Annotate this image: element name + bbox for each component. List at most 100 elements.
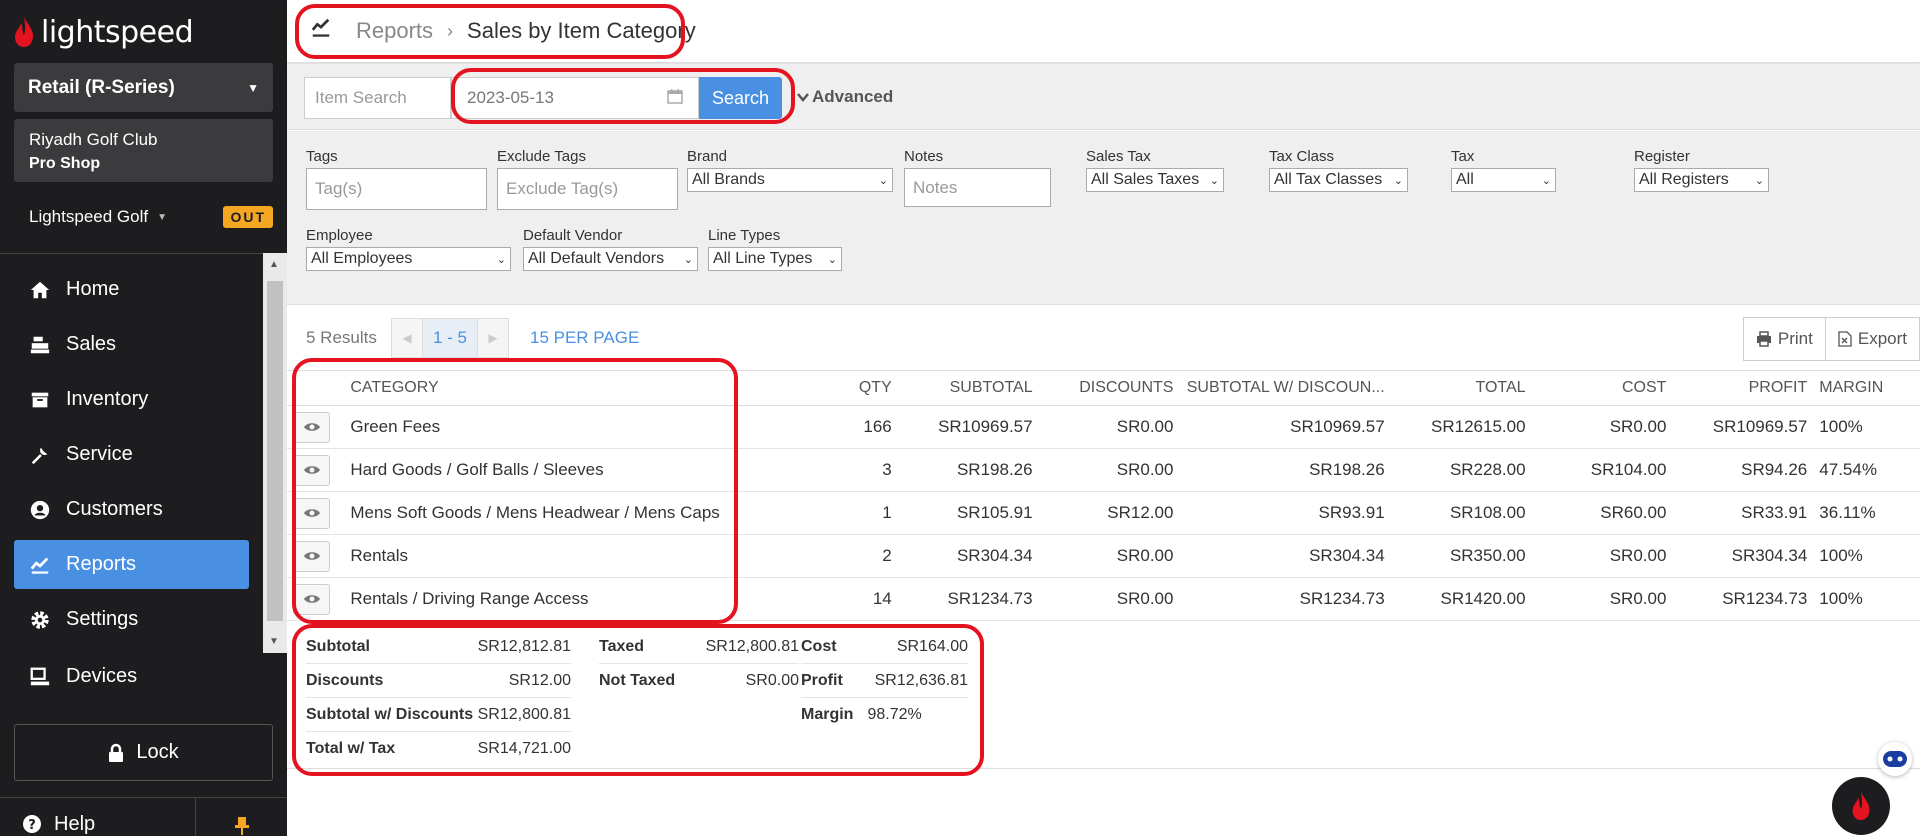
filter-label: Notes	[904, 148, 944, 165]
tax-select[interactable]: All ⌄	[1451, 168, 1556, 192]
per-page-select[interactable]: 15 PER PAGE	[530, 328, 639, 348]
default-vendor-select[interactable]: All Default Vendors ⌄	[523, 247, 698, 271]
lock-button[interactable]: Lock	[14, 724, 273, 781]
scroll-down-arrow-icon[interactable]: ▼	[269, 636, 279, 647]
view-details-button[interactable]	[293, 454, 330, 486]
summary-value: SR0.00	[745, 672, 799, 689]
cell-cost: SR0.00	[1531, 577, 1673, 621]
wrench-icon	[28, 443, 52, 467]
sidebar-item-devices[interactable]: Devices	[14, 652, 249, 701]
view-details-button[interactable]	[293, 497, 330, 529]
cell-subtotal: SR10969.57	[897, 405, 1039, 449]
search-button[interactable]: Search	[699, 77, 782, 119]
lightspeed-logo[interactable]: lightspeed	[13, 14, 194, 50]
chevron-down-icon: ⌄	[496, 253, 506, 266]
filter-label: Line Types	[708, 227, 781, 244]
page-range[interactable]: 1 - 5	[422, 319, 478, 357]
column-header-category[interactable]: CATEGORY	[344, 370, 767, 406]
eye-icon	[303, 466, 320, 474]
brand-name: lightspeed	[41, 14, 194, 50]
next-page-icon[interactable]: ▶	[478, 319, 508, 357]
column-header-cost[interactable]: COST	[1531, 370, 1673, 406]
brand-select-value: All Brands	[692, 171, 765, 188]
caret-down-icon: ▼	[247, 80, 259, 95]
column-header-profit[interactable]: PROFIT	[1672, 370, 1814, 406]
pin-button[interactable]	[196, 798, 287, 836]
sidebar-item-settings[interactable]: Settings	[14, 595, 249, 644]
tags-input[interactable]: Tag(s)	[306, 168, 487, 210]
summary-value: SR12.00	[508, 671, 571, 689]
sidebar-item-service[interactable]: Service	[14, 430, 249, 479]
results-toolbar: 5 Results ◀ 1 - 5 ▶ 15 PER PAGE Print Ex…	[287, 314, 1920, 362]
table-row[interactable]: Mens Soft Goods / Mens Headwear / Mens C…	[287, 491, 1920, 535]
chevron-down-icon: ⌄	[1754, 174, 1764, 187]
export-button[interactable]: Export	[1825, 317, 1920, 361]
shop-selector[interactable]: Riyadh Golf Club Pro Shop	[14, 119, 273, 182]
view-details-button[interactable]	[293, 583, 330, 615]
table-row[interactable]: Hard Goods / Golf Balls / Sleeves 3 SR198.…	[287, 448, 1920, 492]
table-row[interactable]: Rentals 2 SR304.34 SR0.00 SR304.34 SR350.00 SR…	[287, 534, 1920, 578]
notes-input[interactable]: Notes	[904, 168, 1051, 207]
tax-class-select[interactable]: All Tax Classes ⌄	[1269, 168, 1408, 192]
out-badge[interactable]: OUT	[223, 206, 273, 228]
chevron-down-icon: ⌄	[1209, 174, 1219, 187]
column-header-discounts[interactable]: DISCOUNTS	[1038, 370, 1180, 406]
line-types-select[interactable]: All Line Types ⌄	[708, 247, 842, 271]
sidebar-scrollbar[interactable]: ▲ ▼	[263, 253, 287, 653]
cell-discounts: SR12.00	[1038, 491, 1180, 535]
line-types-select-value: All Line Types	[713, 250, 813, 267]
cell-cost: SR104.00	[1531, 448, 1673, 492]
breadcrumb-reports-link[interactable]: Reports	[356, 18, 433, 44]
exclude-tags-input[interactable]: Exclude Tag(s)	[497, 168, 678, 210]
scrollbar-thumb[interactable]	[267, 281, 283, 621]
cell-subtotal: SR198.26	[897, 448, 1039, 492]
table-row[interactable]: Green Fees 166 SR10969.57 SR0.00 SR10969.57 S…	[287, 405, 1920, 449]
summary-row: Discounts SR12.00	[306, 664, 571, 698]
account-row[interactable]: Lightspeed Golf ▼ OUT	[29, 206, 273, 228]
column-header-subtotal-w-discounts[interactable]: SUBTOTAL W/ DISCOUN...	[1179, 370, 1391, 406]
sidebar-item-customers[interactable]: Customers	[14, 485, 249, 534]
sidebar-item-home[interactable]: Home	[14, 265, 249, 314]
view-details-button[interactable]	[293, 540, 330, 572]
register-select[interactable]: All Registers ⌄	[1634, 168, 1769, 192]
chat-launcher-button[interactable]	[1832, 777, 1890, 835]
sidebar-item-label: Home	[66, 278, 120, 300]
column-header-total[interactable]: TOTAL	[1390, 370, 1532, 406]
register-icon	[28, 333, 52, 357]
help-button[interactable]: ? Help	[0, 798, 196, 836]
column-header-subtotal[interactable]: SUBTOTAL	[897, 370, 1039, 406]
eye-icon	[303, 509, 320, 517]
cell-profit: SR304.34	[1672, 534, 1814, 578]
print-button[interactable]: Print	[1742, 317, 1826, 361]
employee-select[interactable]: All Employees ⌄	[306, 247, 511, 271]
cell-cost: SR0.00	[1531, 534, 1673, 578]
summary-label: Discounts	[306, 671, 384, 689]
filter-label: Employee	[306, 227, 373, 244]
advanced-toggle[interactable]: Advanced	[797, 87, 893, 107]
filter-label: Tax Class	[1269, 148, 1335, 165]
cell-category: Rentals	[344, 534, 767, 578]
scroll-up-arrow-icon[interactable]: ▲	[269, 259, 279, 270]
main-content: Reports › Sales by Item Category Item Se…	[287, 0, 1920, 836]
summary-label: Margin	[801, 706, 854, 723]
sidebar-item-sales[interactable]: Sales	[14, 320, 249, 369]
table-row[interactable]: Rentals / Driving Range Access 14 SR1234.7…	[287, 577, 1920, 621]
print-label: Print	[1777, 329, 1813, 348]
column-header-qty[interactable]: QTY	[766, 370, 898, 406]
view-details-button[interactable]	[293, 411, 330, 443]
sales-tax-select[interactable]: All Sales Taxes ⌄	[1086, 168, 1224, 192]
column-header-margin[interactable]: MARGIN	[1813, 370, 1920, 406]
sidebar-item-inventory[interactable]: Inventory	[14, 375, 249, 424]
breadcrumb-separator: ›	[447, 20, 454, 41]
sidebar-item-reports[interactable]: Reports	[14, 540, 249, 589]
prev-page-icon[interactable]: ◀	[392, 319, 422, 357]
filter-brand: Brand All Brands ⌄	[687, 148, 893, 192]
calendar-icon[interactable]	[667, 88, 683, 109]
cell-profit: SR33.91	[1672, 491, 1814, 535]
assistant-bot-icon[interactable]	[1878, 742, 1912, 776]
item-search-input[interactable]: Item Search	[304, 77, 451, 119]
brand-select[interactable]: All Brands ⌄	[687, 168, 893, 192]
store-type-select[interactable]: Retail (R-Series) ▼	[14, 63, 273, 112]
cell-subtotal: SR105.91	[897, 491, 1039, 535]
date-input[interactable]: 2023-05-13	[451, 77, 699, 119]
